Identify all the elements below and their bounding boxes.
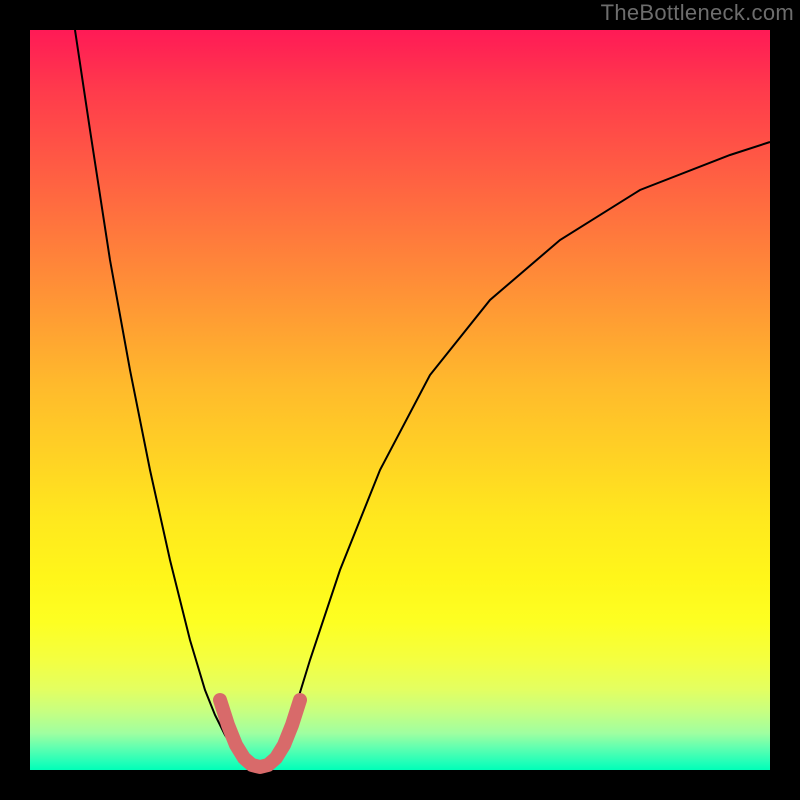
chart-svg [30, 30, 770, 770]
watermark-label: TheBottleneck.com [601, 0, 794, 26]
curve-right [275, 142, 770, 760]
curve-left [75, 30, 245, 760]
chart-frame: TheBottleneck.com [0, 0, 800, 800]
plot-area [30, 30, 770, 770]
min-marker-icon [220, 700, 300, 767]
